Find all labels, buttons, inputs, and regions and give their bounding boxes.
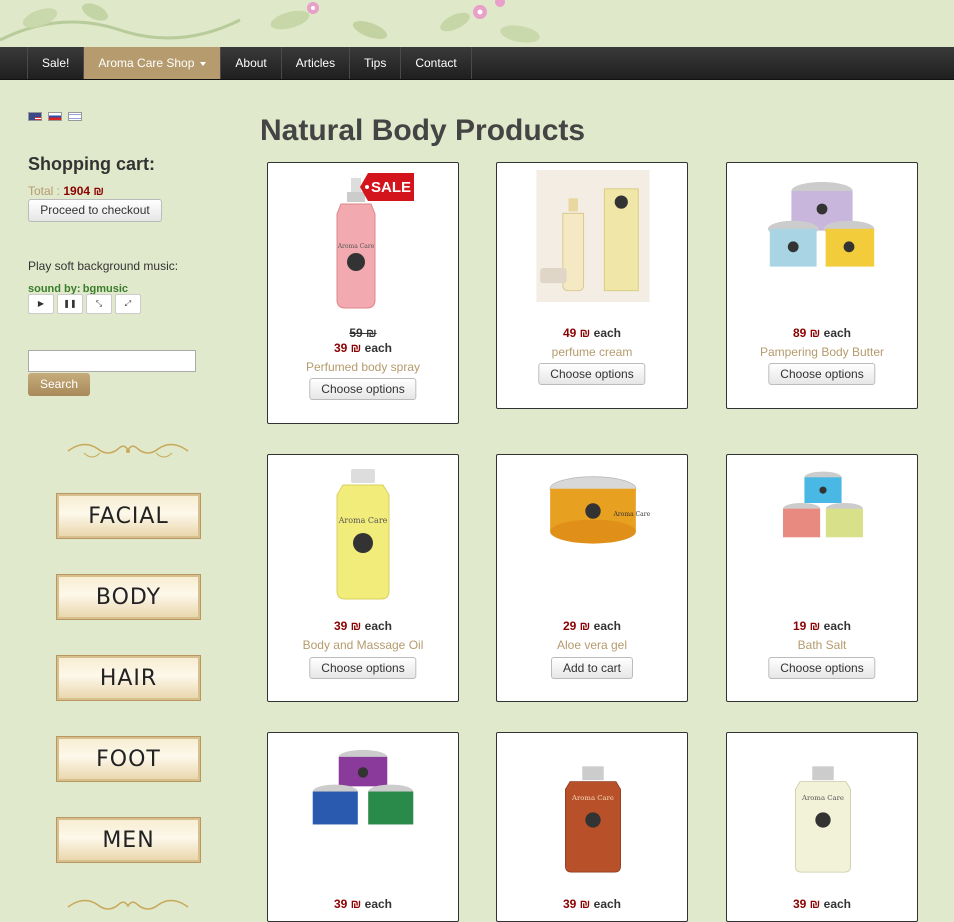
main-navbar: Sale! Aroma Care Shop About Articles Tip… xyxy=(0,47,954,80)
product-price: 39 ₪ each xyxy=(334,619,392,633)
floral-banner-image xyxy=(0,0,540,43)
caret-down-icon xyxy=(200,61,207,66)
mens-butter-image[interactable] xyxy=(305,743,421,847)
nav-item-aroma-care-shop[interactable]: Aroma Care Shop xyxy=(84,47,222,79)
svg-text:SALE: SALE xyxy=(371,179,411,196)
language-switcher xyxy=(28,112,82,121)
product-name[interactable]: Perfumed body spray xyxy=(268,360,458,374)
choose-options-button[interactable]: Choose options xyxy=(768,363,876,385)
product-price: 29 ₪ each xyxy=(563,619,621,633)
russia-flag-icon[interactable] xyxy=(48,112,62,121)
cart-total-value: 1904 ₪ xyxy=(63,184,104,198)
product-card: 39 ₪ each xyxy=(267,732,459,922)
category-body-button[interactable]: BODY xyxy=(56,574,201,620)
nav-item-sale[interactable]: Sale! xyxy=(27,47,85,79)
israel-flag-icon[interactable] xyxy=(68,112,82,121)
aloe-vera-gel-image[interactable]: Aroma Care xyxy=(535,463,651,583)
old-price: 59 ₪ xyxy=(349,326,377,340)
body-massage-oil-image[interactable]: Aroma Care xyxy=(303,463,423,603)
sale-tag-icon: SALE xyxy=(360,173,414,201)
product-card: 89 ₪ each Pampering Body Butter Choose o… xyxy=(726,162,918,409)
music-label: Play soft background music: xyxy=(28,259,179,273)
perfume-cream-image[interactable] xyxy=(536,170,650,302)
product-price: 49 ₪ each xyxy=(563,326,621,340)
expand-icon[interactable]: ⤢ xyxy=(115,294,141,314)
header-banner xyxy=(0,0,954,47)
product-name[interactable]: Aloe vera gel xyxy=(497,638,687,652)
product-name[interactable]: Bath Salt xyxy=(727,638,917,652)
product-price: 39 ₪ each xyxy=(563,897,621,911)
product-card: Aroma Care 29 ₪ each Aloe vera gel Add t… xyxy=(496,454,688,702)
ornament-divider-icon xyxy=(67,443,189,458)
choose-options-button[interactable]: Choose options xyxy=(768,657,876,679)
category-hair-button[interactable]: HAIR xyxy=(56,655,201,701)
product-price: 39 ₪ each xyxy=(334,341,392,355)
body-scrub-image[interactable]: Aroma Care xyxy=(547,747,639,893)
choose-options-button[interactable]: Choose options xyxy=(309,657,417,679)
nav-item-contact[interactable]: Contact xyxy=(401,47,472,79)
shopping-cart-title: Shopping cart: xyxy=(28,154,155,174)
svg-text:Aroma Care: Aroma Care xyxy=(338,516,388,525)
product-card: Aroma Care 39 ₪ each Body and Massage Oi… xyxy=(267,454,459,702)
search-button[interactable]: Search xyxy=(28,373,90,396)
choose-options-button[interactable]: Choose options xyxy=(538,363,646,385)
product-card: Aroma Care 39 ₪ each xyxy=(496,732,688,922)
product-name[interactable]: Pampering Body Butter xyxy=(727,345,917,359)
svg-text:Aroma Care: Aroma Care xyxy=(337,243,375,250)
play-icon[interactable]: ▶ xyxy=(28,294,54,314)
shrink-icon[interactable]: ⤡ xyxy=(86,294,112,314)
us-flag-icon[interactable] xyxy=(28,112,42,121)
svg-text:Aroma Care: Aroma Care xyxy=(613,511,651,518)
nav-item-tips[interactable]: Tips xyxy=(350,47,402,79)
page-title: Natural Body Products xyxy=(260,114,586,147)
nav-item-about[interactable]: About xyxy=(221,47,282,79)
product-card: 19 ₪ each Bath Salt Choose options xyxy=(726,454,918,702)
nav-item-articles[interactable]: Articles xyxy=(282,47,351,79)
product-price: 39 ₪ each xyxy=(793,897,851,911)
pampering-body-butter-image[interactable] xyxy=(761,173,883,299)
product-price: 19 ₪ each xyxy=(793,619,851,633)
pause-icon[interactable]: ❚❚ xyxy=(57,294,83,314)
product-price: 89 ₪ each xyxy=(793,326,851,340)
bath-salt-image[interactable] xyxy=(765,463,881,563)
search-input[interactable] xyxy=(28,350,196,372)
category-men-button[interactable]: MEN xyxy=(56,817,201,863)
ornament-divider-icon xyxy=(67,899,189,910)
proceed-to-checkout-button[interactable]: Proceed to checkout xyxy=(28,199,162,222)
product-price: 39 ₪ each xyxy=(334,897,392,911)
product-card: 49 ₪ each perfume cream Choose options xyxy=(496,162,688,409)
product-name[interactable]: perfume cream xyxy=(497,345,687,359)
product-card: Aroma Care 39 ₪ each xyxy=(726,732,918,922)
body-lotion-image[interactable]: Aroma Care xyxy=(777,747,869,893)
category-facial-button[interactable]: FACIAL xyxy=(56,493,201,539)
product-card: Aroma Care SALE 59 ₪ 39 ₪ each Perfumed … xyxy=(267,162,459,424)
svg-text:Aroma Care: Aroma Care xyxy=(571,794,614,802)
product-name[interactable]: Body and Massage Oil xyxy=(268,638,458,652)
svg-text:Aroma Care: Aroma Care xyxy=(801,794,844,802)
add-to-cart-button[interactable]: Add to cart xyxy=(550,657,634,679)
cart-total: Total : 1904 ₪ xyxy=(28,184,104,198)
category-foot-button[interactable]: FOOT xyxy=(56,736,201,782)
music-controls: ▶ ❚❚ ⤡ ⤢ xyxy=(28,294,141,314)
choose-options-button[interactable]: Choose options xyxy=(309,378,417,400)
